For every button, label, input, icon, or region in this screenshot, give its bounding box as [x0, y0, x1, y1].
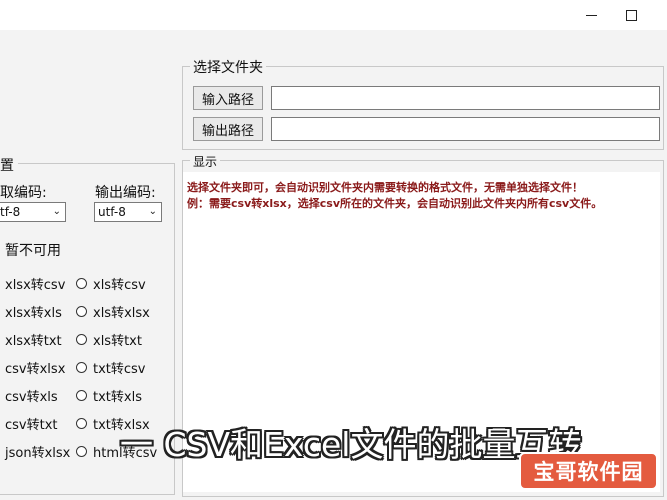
radio-button[interactable]: [76, 306, 87, 317]
radio-json-to-xlsx[interactable]: json转xlsx: [5, 442, 70, 461]
output-encoding-label: 输出编码:: [95, 185, 156, 201]
radio-xls-to-csv[interactable]: xls转csv: [76, 274, 146, 293]
radio-csv-to-xlsx[interactable]: csv转xlsx: [5, 358, 65, 377]
video-caption: 一 CSV和Excel文件的批量互转: [120, 425, 582, 464]
radio-xlsx-to-csv[interactable]: xlsx转csv: [5, 274, 65, 293]
radio-label: csv转txt: [5, 418, 58, 433]
radio-xlsx-to-xls[interactable]: xlsx转xls: [5, 302, 62, 321]
display-group-title: 显示: [190, 153, 221, 170]
radio-label: xls转csv: [93, 278, 146, 293]
radio-label: xlsx转txt: [5, 334, 62, 349]
radio-button[interactable]: [76, 362, 87, 373]
title-bar: [0, 0, 667, 30]
unavailable-label: 暂不可用: [5, 243, 61, 259]
settings-group-title: 置: [0, 155, 18, 175]
radio-button[interactable]: [76, 278, 87, 289]
radio-xls-to-xlsx[interactable]: xls转xlsx: [76, 302, 150, 321]
radio-txt-to-csv[interactable]: txt转csv: [76, 358, 146, 377]
radio-label: xlsx转xls: [5, 306, 62, 321]
minimize-icon[interactable]: [580, 6, 602, 24]
radio-label: xls转txt: [93, 334, 142, 349]
chevron-down-icon: ⌄: [52, 206, 61, 217]
radio-button[interactable]: [76, 390, 87, 401]
radio-button[interactable]: [76, 446, 87, 457]
output-path-button[interactable]: 输出路径: [193, 117, 263, 141]
radio-label: xls转xlsx: [93, 306, 150, 321]
maximize-icon[interactable]: [620, 6, 642, 24]
read-encoding-value: tf-8: [0, 205, 21, 219]
radio-label: csv转xls: [5, 390, 58, 405]
radio-csv-to-xls[interactable]: csv转xls: [5, 386, 58, 405]
folder-group-title: 选择文件夹: [190, 57, 266, 77]
radio-csv-to-txt[interactable]: csv转txt: [5, 414, 58, 433]
radio-label: txt转csv: [93, 362, 146, 377]
output-encoding-select[interactable]: utf-8 ⌄: [94, 202, 162, 222]
display-line: 选择文件夹即可，会自动识别文件夹内需要转换的格式文件，无需单独选择文件！: [187, 181, 583, 194]
read-encoding-select[interactable]: tf-8 ⌄: [0, 202, 66, 222]
output-path-field[interactable]: [271, 117, 660, 141]
radio-label: xlsx转csv: [5, 278, 66, 293]
input-path-button[interactable]: 输入路径: [193, 86, 263, 110]
radio-label: txt转xls: [93, 390, 142, 405]
display-line: 例：需要csv转xlsx，选择csv所在的文件夹，会自动识别此文件夹内所有csv…: [187, 197, 603, 210]
radio-xls-to-txt[interactable]: xls转txt: [76, 330, 142, 349]
radio-xlsx-to-txt[interactable]: xlsx转txt: [5, 330, 62, 349]
chevron-down-icon: ⌄: [148, 206, 157, 217]
input-path-field[interactable]: [271, 86, 660, 110]
read-encoding-label: 取编码:: [0, 185, 47, 201]
radio-button[interactable]: [76, 334, 87, 345]
radio-txt-to-xls[interactable]: txt转xls: [76, 386, 142, 405]
output-encoding-value: utf-8: [98, 205, 126, 219]
radio-label: json转xlsx: [5, 446, 71, 461]
watermark-logo: 宝哥软件园: [519, 452, 658, 490]
radio-label: csv转xlsx: [5, 362, 66, 377]
radio-button[interactable]: [76, 418, 87, 429]
